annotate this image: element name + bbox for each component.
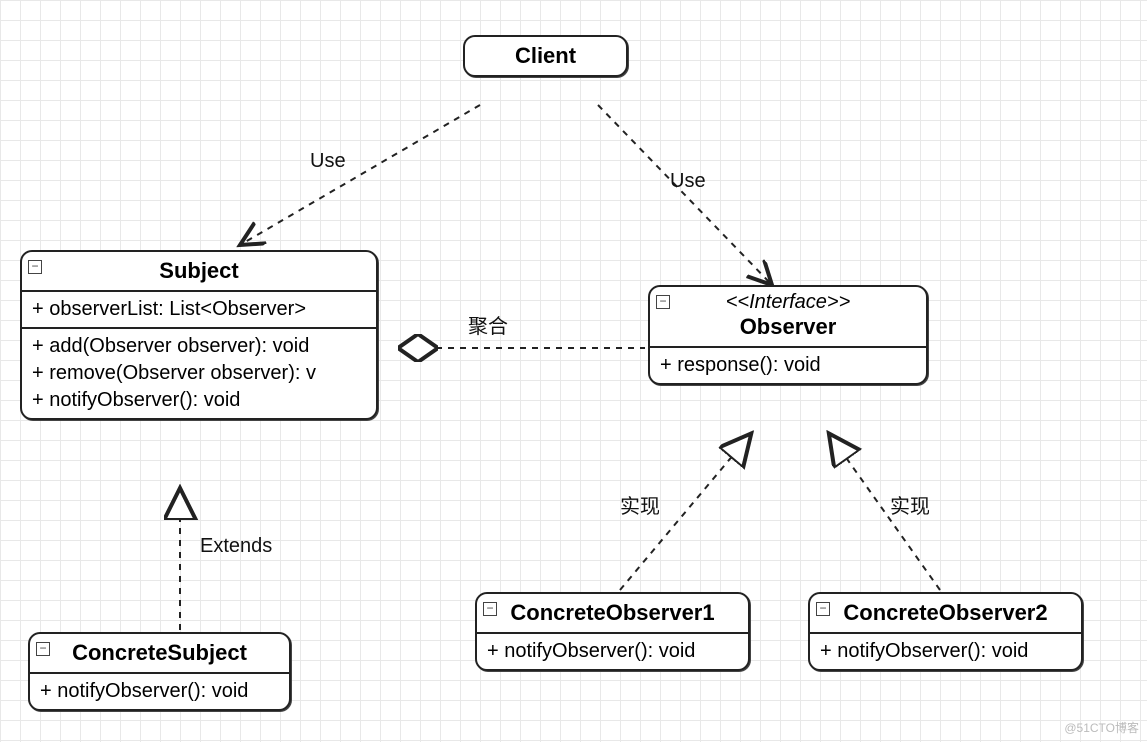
interface-observer-ops: + response(): void — [650, 346, 926, 383]
class-concrete-observer-2-title: ConcreteObserver2 — [810, 594, 1081, 632]
collapse-icon[interactable]: − — [483, 602, 497, 616]
label-use-1: Use — [310, 150, 346, 173]
op-row: + add(Observer observer): void — [32, 333, 366, 360]
label-realize-2: 实现 — [890, 490, 930, 519]
class-subject-attrs: + observerList: List<Observer> — [22, 290, 376, 327]
label-use-2: Use — [670, 170, 706, 193]
class-subject-ops: + add(Observer observer): void + remove(… — [22, 327, 376, 418]
op-row: + notifyObserver(): void — [487, 638, 738, 665]
class-concrete-observer-1: − ConcreteObserver1 + notifyObserver(): … — [475, 592, 750, 671]
class-concrete-observer-2: − ConcreteObserver2 + notifyObserver(): … — [808, 592, 1083, 671]
collapse-icon[interactable]: − — [28, 260, 42, 274]
observer-stereotype: <<Interface>> — [650, 287, 926, 314]
class-subject-title: Subject — [22, 252, 376, 290]
collapse-icon[interactable]: − — [656, 295, 670, 309]
label-aggregation: 聚合 — [468, 310, 508, 339]
class-concrete-subject-title: ConcreteSubject — [30, 634, 289, 672]
class-client-title: Client — [465, 37, 626, 75]
op-row: + notifyObserver(): void — [32, 387, 366, 414]
class-client: Client — [463, 35, 628, 77]
label-realize-1: 实现 — [620, 490, 660, 519]
class-subject: − Subject + observerList: List<Observer>… — [20, 250, 378, 420]
op-row: + notifyObserver(): void — [40, 678, 279, 705]
interface-observer: − <<Interface>> Observer + response(): v… — [648, 285, 928, 385]
class-concrete-subject-ops: + notifyObserver(): void — [30, 672, 289, 709]
collapse-icon[interactable]: − — [816, 602, 830, 616]
class-concrete-observer-2-ops: + notifyObserver(): void — [810, 632, 1081, 669]
watermark: @51CTO博客 — [1064, 719, 1139, 736]
class-concrete-observer-1-ops: + notifyObserver(): void — [477, 632, 748, 669]
attr-row: + observerList: List<Observer> — [32, 296, 366, 323]
op-row: + response(): void — [660, 352, 916, 379]
class-concrete-observer-1-title: ConcreteObserver1 — [477, 594, 748, 632]
collapse-icon[interactable]: − — [36, 642, 50, 656]
class-concrete-subject: − ConcreteSubject + notifyObserver(): vo… — [28, 632, 291, 711]
op-row: + remove(Observer observer): v — [32, 360, 366, 387]
label-extends: Extends — [200, 535, 272, 558]
op-row: + notifyObserver(): void — [820, 638, 1071, 665]
interface-observer-title: Observer — [650, 314, 926, 346]
